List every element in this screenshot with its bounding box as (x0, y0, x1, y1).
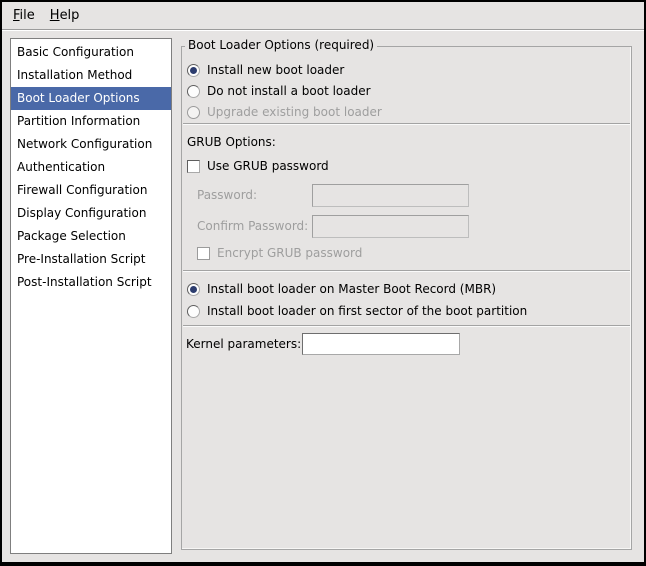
checkbox-label: Use GRUB password (207, 159, 329, 173)
radio-install-on-mbr[interactable]: Install boot loader on Master Boot Recor… (187, 280, 496, 298)
confirm-password-label: Confirm Password: (197, 219, 308, 233)
kernel-parameters-field[interactable] (302, 333, 460, 355)
checkbox-icon (187, 160, 200, 173)
radio-button-icon (187, 283, 200, 296)
checkbox-label: Encrypt GRUB password (217, 246, 362, 260)
sidebar-item-display-configuration[interactable]: Display Configuration (11, 202, 171, 225)
menu-file-rest: ile (20, 8, 35, 23)
menu-help-accel: H (50, 8, 60, 23)
sidebar-item-firewall-configuration[interactable]: Firewall Configuration (11, 179, 171, 202)
separator (183, 325, 630, 326)
sidebar-item-pre-installation-script[interactable]: Pre-Installation Script (11, 248, 171, 271)
sidebar-item-package-selection[interactable]: Package Selection (11, 225, 171, 248)
confirm-password-field (312, 215, 469, 238)
frame-title: Boot Loader Options (required) (185, 38, 377, 52)
radio-button-icon (187, 85, 200, 98)
menu-help-rest: elp (60, 8, 80, 23)
radio-upgrade-existing-boot-loader: Upgrade existing boot loader (187, 103, 382, 121)
category-list: Basic Configuration Installation Method … (10, 38, 172, 554)
sidebar-item-partition-information[interactable]: Partition Information (11, 110, 171, 133)
checkbox-use-grub-password[interactable]: Use GRUB password (187, 157, 329, 175)
radio-button-icon (187, 305, 200, 318)
kernel-parameters-label: Kernel parameters: (186, 337, 301, 351)
separator (183, 270, 630, 271)
sidebar-item-post-installation-script[interactable]: Post-Installation Script (11, 271, 171, 294)
sidebar-item-installation-method[interactable]: Installation Method (11, 64, 171, 87)
radio-do-not-install-boot-loader[interactable]: Do not install a boot loader (187, 82, 371, 100)
radio-install-new-boot-loader[interactable]: Install new boot loader (187, 61, 344, 79)
checkbox-icon (197, 247, 210, 260)
password-field (312, 184, 469, 207)
menu-bar: File Help (2, 2, 644, 30)
radio-button-icon (187, 106, 200, 119)
password-label: Password: (197, 188, 257, 202)
radio-label: Upgrade existing boot loader (207, 105, 382, 119)
separator (183, 123, 630, 124)
sidebar-item-basic-configuration[interactable]: Basic Configuration (11, 41, 171, 64)
checkbox-encrypt-grub-password: Encrypt GRUB password (197, 244, 362, 262)
radio-label: Install new boot loader (207, 63, 344, 77)
sidebar-item-boot-loader-options[interactable]: Boot Loader Options (11, 87, 171, 110)
menu-file[interactable]: File (10, 6, 38, 25)
sidebar-item-network-configuration[interactable]: Network Configuration (11, 133, 171, 156)
sidebar-item-authentication[interactable]: Authentication (11, 156, 171, 179)
kickstart-configurator-window: File Help Basic Configuration Installati… (0, 0, 646, 566)
radio-button-icon (187, 64, 200, 77)
radio-install-on-first-sector[interactable]: Install boot loader on first sector of t… (187, 302, 527, 320)
radio-label: Install boot loader on first sector of t… (207, 304, 527, 318)
radio-label: Install boot loader on Master Boot Recor… (207, 282, 496, 296)
grub-options-label: GRUB Options: (187, 135, 276, 149)
menu-help[interactable]: Help (47, 6, 83, 25)
radio-label: Do not install a boot loader (207, 84, 371, 98)
boot-loader-options-frame: Boot Loader Options (required) Install n… (181, 46, 632, 550)
